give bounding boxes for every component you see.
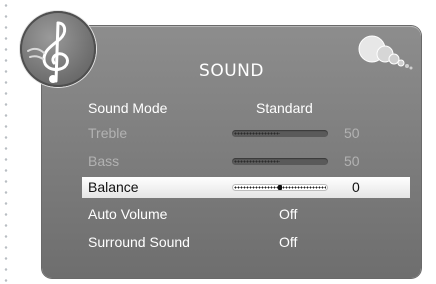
left-edge-dotted-border xyxy=(4,0,8,284)
bass-value: 50 xyxy=(344,153,360,169)
balance-slider[interactable] xyxy=(232,184,328,191)
menu-item-value: Off xyxy=(279,206,298,222)
menu-item-balance[interactable]: Balance 0 xyxy=(82,177,410,198)
menu-item-sound-mode[interactable]: Sound Mode Standard xyxy=(82,98,410,119)
menu-item-value: Standard xyxy=(256,100,313,116)
menu-item-label: Auto Volume xyxy=(88,206,168,222)
treble-slider[interactable] xyxy=(232,130,328,137)
menu-item-bass[interactable]: Bass 50 xyxy=(82,151,410,172)
menu-item-label: Treble xyxy=(88,125,128,141)
treble-value: 50 xyxy=(344,125,360,141)
menu-item-surround-sound[interactable]: Surround Sound Off xyxy=(82,232,410,253)
menu-item-label: Surround Sound xyxy=(88,234,190,250)
menu-item-label: Balance xyxy=(88,179,139,195)
balance-value: 0 xyxy=(352,179,360,195)
menu-item-label: Bass xyxy=(88,153,120,169)
balance-slider-knob[interactable] xyxy=(278,185,282,190)
menu-item-value: Off xyxy=(279,234,298,250)
menu-item-auto-volume[interactable]: Auto Volume Off xyxy=(82,204,410,225)
bass-slider-fill xyxy=(234,160,280,163)
page-title: SOUND xyxy=(199,61,264,81)
menu-item-treble[interactable]: Treble 50 xyxy=(82,123,410,144)
treble-slider-fill xyxy=(234,132,280,135)
menu-item-label: Sound Mode xyxy=(88,100,168,116)
bass-slider[interactable] xyxy=(232,158,328,165)
